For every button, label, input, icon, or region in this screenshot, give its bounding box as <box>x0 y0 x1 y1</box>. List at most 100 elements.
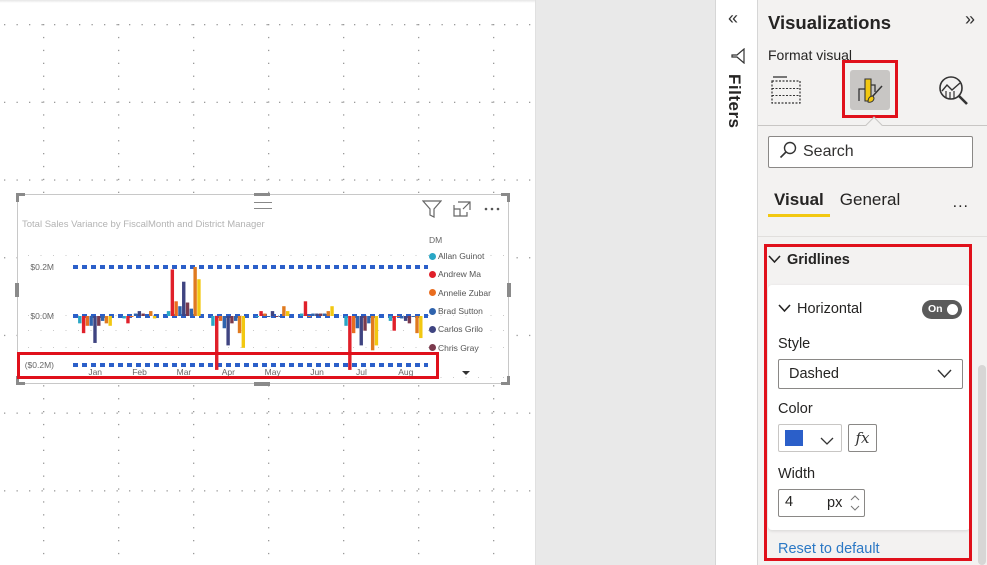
grid-dot <box>416 24 418 26</box>
grid-dot <box>29 179 31 181</box>
grid-dot <box>193 501 195 503</box>
grid-dot <box>279 490 281 492</box>
grid-dot <box>229 24 231 26</box>
grid-dot <box>266 179 268 181</box>
legend-item[interactable]: Carlos Grilo <box>429 320 491 338</box>
grid-dot <box>491 179 493 181</box>
grid-dot <box>454 490 456 492</box>
report-canvas[interactable]: Total Sales Variance by FiscalMonth and … <box>0 0 535 565</box>
grid-dot <box>418 514 420 516</box>
plot-dot <box>53 377 54 378</box>
plot-dot <box>290 255 292 256</box>
grid-dot <box>43 411 45 413</box>
more-options-button[interactable]: ... <box>953 194 969 212</box>
grid-dot <box>418 475 420 477</box>
plot-dot <box>303 377 304 378</box>
grid-dot <box>116 101 118 103</box>
bar <box>197 279 201 316</box>
grid-dot <box>366 101 368 103</box>
grid-dot <box>268 49 270 52</box>
grid-dot <box>391 490 393 492</box>
pane-scrollbar[interactable] <box>978 365 986 565</box>
tab-general[interactable]: General <box>834 190 906 217</box>
grid-dot <box>154 24 156 26</box>
grid-dot <box>116 179 118 181</box>
grid-dot <box>116 412 118 414</box>
expand-filters-icon[interactable]: « <box>728 8 738 29</box>
plot-dot <box>140 330 142 331</box>
plot-dot <box>240 377 242 378</box>
plot-dot <box>228 255 229 256</box>
bar <box>78 316 82 324</box>
grid-dot <box>268 75 270 77</box>
grid-dot <box>43 514 45 516</box>
grid-dot <box>418 423 420 426</box>
plot-dot <box>28 347 29 348</box>
grid-dot <box>329 179 331 181</box>
tab-visual[interactable]: Visual <box>768 190 830 217</box>
plot-dot <box>103 347 104 348</box>
plot-dot <box>90 377 92 378</box>
grid-dot <box>418 62 420 64</box>
grid-dot <box>118 178 120 181</box>
grid-dot <box>254 101 256 103</box>
plot-dot <box>40 330 42 331</box>
grid-dot <box>43 24 45 26</box>
legend-item[interactable]: Andrew Ma <box>429 265 491 283</box>
format-search-box[interactable] <box>768 136 973 168</box>
grid-dot <box>268 24 270 26</box>
grid-dot <box>43 475 45 477</box>
grid-dot <box>193 191 195 193</box>
grid-dot <box>54 179 56 181</box>
grid-dot <box>404 412 406 414</box>
filters-label[interactable]: Filters <box>724 74 744 129</box>
plot-dot <box>140 347 142 348</box>
grid-dot <box>118 191 120 193</box>
bar <box>303 301 308 316</box>
collapse-pane-icon[interactable]: » <box>965 9 975 30</box>
plot-dot <box>103 377 104 378</box>
legend-item[interactable]: Brad Sutton <box>429 302 491 320</box>
plot-dot <box>28 330 29 331</box>
search-input[interactable] <box>803 143 963 161</box>
legend-scroll-down-icon[interactable] <box>462 371 470 375</box>
grid-dot <box>193 475 195 477</box>
plot-dot <box>128 330 129 331</box>
grid-dot <box>341 179 343 181</box>
legend-item[interactable]: Allan Guinot <box>429 247 491 265</box>
plot-dot <box>503 347 504 348</box>
bar <box>344 316 348 326</box>
plot-dot <box>128 377 129 378</box>
grid-dot <box>268 114 270 116</box>
grid-dot <box>341 490 343 492</box>
analytics-icon[interactable] <box>933 70 973 110</box>
legend-item[interactable]: Annelie Zubar <box>429 284 491 302</box>
grid-dot <box>216 490 218 492</box>
grid-dot <box>493 153 495 155</box>
grid-dot <box>193 449 195 451</box>
grid-dot <box>418 36 420 39</box>
grid-dot <box>418 449 420 451</box>
bar <box>315 313 319 316</box>
reset-to-default-link[interactable]: Reset to default <box>778 541 880 557</box>
filters-pane-collapsed[interactable]: « Filters <box>715 0 757 565</box>
plot-dot <box>415 255 417 256</box>
legend-title: DM <box>429 235 443 245</box>
legend-item[interactable]: Chris Gray <box>429 338 491 356</box>
grid-dot <box>29 101 31 103</box>
grid-dot <box>193 436 195 439</box>
clustered-column-visual[interactable]: Total Sales Variance by FiscalMonth and … <box>15 193 511 386</box>
plot-dot <box>65 330 67 331</box>
grid-dot <box>354 412 356 414</box>
legend-label: Brad Sutton <box>438 306 483 317</box>
grid-dot <box>304 412 306 414</box>
build-visual-icon[interactable] <box>766 70 806 110</box>
grid-dot <box>479 101 481 103</box>
grid-dot <box>43 436 45 439</box>
grid-dot <box>493 140 495 142</box>
grid-dot <box>418 527 420 529</box>
bar <box>274 316 278 317</box>
plot-dot <box>115 377 117 378</box>
x-tick-label: Jan <box>88 367 102 377</box>
legend-label: Carlos Grilo <box>438 324 483 335</box>
